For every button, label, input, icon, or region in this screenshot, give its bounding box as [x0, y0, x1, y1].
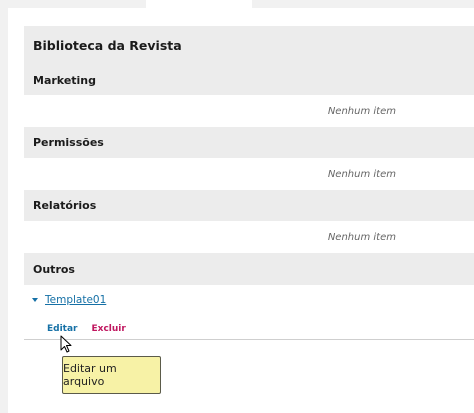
file-item: Template01	[32, 292, 106, 308]
section-marketing: Marketing	[24, 65, 474, 95]
section-marketing-title: Marketing	[33, 73, 97, 87]
library-title: Biblioteca da Revista	[24, 26, 474, 65]
page-background-left	[0, 0, 8, 413]
section-outros: Outros	[24, 253, 474, 285]
divider	[24, 339, 474, 340]
library-title-text: Biblioteca da Revista	[33, 38, 182, 53]
file-link[interactable]: Template01	[45, 294, 106, 306]
section-permissoes-title: Permissões	[33, 136, 104, 149]
empty-text: Nenhum item	[327, 105, 396, 117]
section-relatorios-empty: Nenhum item	[24, 221, 474, 253]
tooltip: Editar um arquivo	[62, 356, 161, 394]
section-relatorios: Relatórios	[24, 190, 474, 221]
top-tab	[146, 0, 252, 8]
section-permissoes-empty: Nenhum item	[24, 158, 474, 190]
section-marketing-empty: Nenhum item	[24, 95, 474, 127]
section-relatorios-title: Relatórios	[33, 199, 97, 212]
mouse-cursor-icon	[60, 335, 72, 353]
empty-text: Nenhum item	[327, 231, 396, 243]
caret-down-icon[interactable]	[32, 298, 38, 302]
edit-link[interactable]: Editar	[47, 324, 78, 334]
empty-text: Nenhum item	[327, 168, 396, 180]
section-permissoes: Permissões	[24, 127, 474, 158]
tooltip-text: Editar um arquivo	[63, 362, 117, 388]
section-outros-title: Outros	[33, 262, 75, 276]
delete-link[interactable]: Excluir	[92, 324, 126, 334]
file-actions: Editar Excluir	[47, 322, 126, 336]
